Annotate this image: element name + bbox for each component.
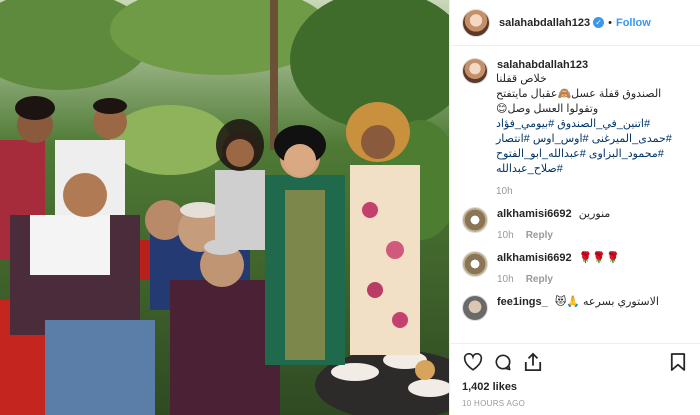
- instagram-post: salahabdallah123 ✓ • Follow salahabdalla…: [0, 0, 700, 415]
- author-username[interactable]: salahabdallah123: [499, 17, 590, 29]
- caption-meta: 10h: [496, 186, 691, 197]
- comments-list[interactable]: salahabdallah123 خلاص قفلنا الصندوق قفلة…: [450, 58, 700, 343]
- caption-line: الصندوق قفلة عسل🙈عقبال مايتفتح: [496, 88, 662, 100]
- comment-text: الاستوري بسرعه 🙏😻: [554, 296, 659, 308]
- likes-count[interactable]: 1,402 likes: [462, 381, 689, 393]
- comment-text: منورين: [578, 208, 611, 220]
- comment-icon[interactable]: [492, 351, 514, 373]
- comment-meta: 10h Reply: [497, 230, 691, 241]
- caption-text: خلاص قفلنا الصندوق قفلة عسل🙈عقبال مايتفت…: [496, 72, 691, 177]
- header-separator: •: [608, 16, 612, 29]
- comment-username[interactable]: fee1ings_: [497, 296, 548, 308]
- caption-author-avatar[interactable]: [462, 58, 488, 84]
- commenter-avatar[interactable]: [462, 295, 488, 321]
- commenter-avatar[interactable]: [462, 251, 488, 277]
- comment-item: fee1ings_ الاستوري بسرعه 🙏😻: [462, 295, 691, 321]
- post-timestamp[interactable]: 10 HOURS AGO: [462, 399, 689, 408]
- share-icon[interactable]: [522, 351, 544, 373]
- comment-text: 🌹🌹🌹: [578, 252, 620, 264]
- post-actions: 1,402 likes 10 HOURS AGO: [450, 343, 700, 415]
- comment-username[interactable]: alkhamisi6692: [497, 208, 572, 220]
- group-photo-illustration: [0, 0, 449, 415]
- comment-meta: 10h Reply: [497, 274, 691, 285]
- post-header: salahabdallah123 ✓ • Follow: [450, 0, 700, 46]
- bookmark-icon[interactable]: [667, 351, 689, 373]
- reply-button[interactable]: Reply: [526, 274, 553, 285]
- heart-icon[interactable]: [462, 351, 484, 373]
- author-avatar[interactable]: [462, 8, 490, 37]
- comment-time[interactable]: 10h: [497, 274, 514, 285]
- comment-item: alkhamisi6692 🌹🌹🌹 10h Reply: [462, 251, 691, 285]
- comment-time[interactable]: 10h: [497, 230, 514, 241]
- caption-username[interactable]: salahabdallah123: [497, 59, 588, 71]
- reply-button[interactable]: Reply: [526, 230, 553, 241]
- comment-username[interactable]: alkhamisi6692: [497, 252, 572, 264]
- follow-button[interactable]: Follow: [616, 17, 651, 29]
- caption-hashtags[interactable]: #اتنين_في_الصندوق #بيومي_فؤاد: [496, 117, 691, 132]
- caption-hashtags[interactable]: #محمود_البزاوى #عبدالله_ابو_الفتوح: [496, 147, 691, 162]
- caption-line: خلاص قفلنا: [496, 73, 547, 85]
- caption-time[interactable]: 10h: [496, 186, 513, 197]
- caption-line: وتقولوا العسل وصل😊: [496, 103, 599, 115]
- comment-item: alkhamisi6692 منورين 10h Reply: [462, 207, 691, 241]
- caption-hashtags[interactable]: #صلاح_عبدالله: [496, 162, 691, 177]
- caption-hashtags[interactable]: #حمدى_الميرغنى #اوس_اوس #انتصار: [496, 132, 691, 147]
- post-side-panel: salahabdallah123 ✓ • Follow salahabdalla…: [449, 0, 700, 415]
- post-photo[interactable]: [0, 0, 449, 415]
- commenter-avatar[interactable]: [462, 207, 488, 233]
- verified-badge-icon: ✓: [593, 17, 605, 28]
